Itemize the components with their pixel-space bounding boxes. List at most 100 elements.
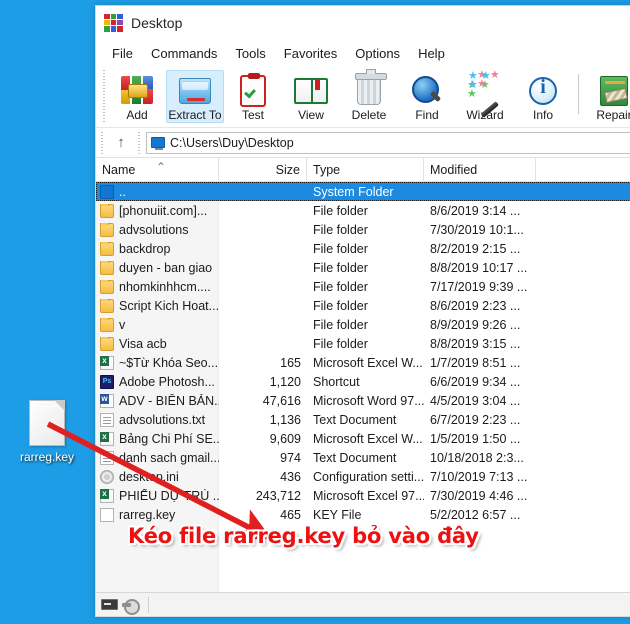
column-header-type[interactable]: Type (307, 158, 424, 181)
file-name-cell: Script Kich Hoat... (96, 298, 219, 313)
file-name-cell: Visa acb (96, 336, 219, 351)
file-modified-cell: 6/6/2019 9:34 ... (430, 374, 521, 389)
file-name-cell: PHIẾU DỰ TRÙ ... (96, 488, 219, 503)
table-row[interactable]: backdrop File folder 8/2/2019 2:15 ... (96, 239, 630, 258)
menu-item-options[interactable]: Options (347, 43, 408, 64)
column-header-filler (536, 158, 630, 181)
toolbar-label-find: Find (415, 108, 439, 122)
file-name-text: PHIẾU DỰ TRÙ ... (119, 488, 219, 503)
menu-item-file[interactable]: File (104, 43, 141, 64)
table-row[interactable]: ADV - BIÊN BẢN... 47,616 Microsoft Word 97… (96, 391, 630, 410)
menu-item-help[interactable]: Help (410, 43, 453, 64)
file-name-text: [phonuiit.com]... (119, 203, 208, 218)
file-modified-cell: 4/5/2019 3:04 ... (430, 393, 521, 408)
table-row[interactable]: Adobe Photosh... 1,120 Shortcut 6/6/2019 9:… (96, 372, 630, 391)
file-name-text: advsolutions (119, 222, 189, 237)
file-type-cell: Shortcut (313, 374, 360, 389)
toolbar-button-wizard[interactable]: Wizard (456, 70, 514, 122)
column-header-modified[interactable]: Modified (424, 158, 536, 181)
table-row[interactable]: desktop.ini 436 Configuration setti... 7/10… (96, 467, 630, 486)
file-type-cell: File folder (313, 241, 368, 256)
file-name-text: Visa acb (119, 336, 167, 351)
toolbar-label-view: View (298, 108, 324, 122)
toolbar-label-extract-to: Extract To (168, 108, 222, 122)
table-row[interactable]: nhomkinhhcm.... File folder 7/17/2019 9:39… (96, 277, 630, 296)
address-field-grip[interactable] (135, 131, 143, 154)
toolbar-button-add[interactable]: Add (108, 70, 166, 122)
file-type-cell: Configuration setti... (313, 469, 424, 484)
toolbar-label-info: Info (532, 108, 553, 122)
file-name-text: rarreg.key (119, 507, 176, 522)
file-modified-cell: 10/18/2018 2:3... (430, 450, 524, 465)
file-size-cell: 1,136 (269, 412, 301, 427)
title-bar: Desktop (96, 6, 630, 40)
txt-icon (100, 450, 114, 465)
file-size-cell: 1,120 (269, 374, 301, 389)
table-row[interactable]: rarreg.key 465 KEY File 5/2/2012 6:57 ... (96, 505, 630, 524)
address-input[interactable]: C:\Users\Duy\Desktop (146, 131, 630, 154)
file-name-text: .. (119, 184, 126, 199)
info-circle-icon (526, 73, 560, 107)
repair-bandage-icon (597, 73, 630, 107)
table-row[interactable]: v File folder 8/9/2019 9:26 ... (96, 315, 630, 334)
folder-icon (100, 279, 114, 294)
toolbar-label-repair: Repair (596, 108, 630, 122)
table-row[interactable]: [phonuiit.com]... File folder 8/6/2019 3:1… (96, 201, 630, 220)
toolbar-button-extract-to[interactable]: Extract To (166, 70, 224, 123)
toolbar-button-test[interactable]: Test (224, 70, 282, 122)
file-name-text: advsolutions.txt (119, 412, 206, 427)
file-name-text: backdrop (119, 241, 171, 256)
file-modified-cell: 1/5/2019 1:50 ... (430, 431, 521, 446)
file-modified-cell: 1/7/2019 8:51 ... (430, 355, 521, 370)
table-row[interactable]: ~$Từ Khóa Seo.... 165 Microsoft Excel W...… (96, 353, 630, 372)
file-modified-cell: 8/6/2019 3:14 ... (430, 203, 521, 218)
doc-icon (100, 393, 114, 408)
file-type-cell: File folder (313, 260, 368, 275)
file-modified-cell: 7/17/2019 9:39 ... (430, 279, 528, 294)
menu-item-favorites[interactable]: Favorites (276, 43, 345, 64)
file-name-cell: v (96, 317, 219, 332)
winrar-books-icon (104, 13, 123, 32)
file-type-cell: System Folder (313, 184, 394, 199)
menu-item-tools[interactable]: Tools (227, 43, 273, 64)
table-row[interactable]: Script Kich Hoat... File folder 8/6/2019 2… (96, 296, 630, 315)
file-modified-cell: 8/9/2019 9:26 ... (430, 317, 521, 332)
column-header-size[interactable]: Size (219, 158, 307, 181)
toolbar-button-view[interactable]: View (282, 70, 340, 122)
file-modified-cell: 8/8/2019 3:15 ... (430, 336, 521, 351)
table-row[interactable]: .. System Folder (96, 182, 630, 201)
table-row[interactable]: advsolutions.txt 1,136 Text Document 6/7/20… (96, 410, 630, 429)
toolbar-button-delete[interactable]: Delete (340, 69, 398, 122)
toolbar-button-find[interactable]: Find (398, 70, 456, 122)
file-modified-cell: 5/2/2012 6:57 ... (430, 507, 521, 522)
table-row[interactable]: Bảng Chi Phí SE... 9,609 Microsoft Excel W… (96, 429, 630, 448)
desktop-icon-rarreg-key[interactable]: rarreg.key (6, 400, 88, 464)
desktop-icon-label: rarreg.key (19, 450, 75, 464)
table-row[interactable]: advsolutions File folder 7/30/2019 10:1... (96, 220, 630, 239)
toolbar-button-info[interactable]: Info (514, 70, 572, 122)
annotation-text: Kéo file rarreg.key bỏ vào đây (128, 524, 479, 548)
desktop-background: rarreg.key Desktop File Commands Tools F… (0, 0, 630, 624)
column-header-name[interactable]: Name (96, 158, 219, 181)
table-row[interactable]: Visa acb File folder 8/8/2019 3:15 ... (96, 334, 630, 353)
table-row[interactable]: duyen - ban giao File folder 8/8/2019 10:1… (96, 258, 630, 277)
toolbar-button-repair[interactable]: Repair (585, 70, 630, 122)
file-type-cell: File folder (313, 336, 368, 351)
ps-icon (100, 374, 114, 389)
file-name-text: danh sach gmail... (119, 450, 219, 465)
file-type-cell: File folder (313, 203, 368, 218)
address-bar-grip[interactable] (98, 131, 106, 154)
file-name-text: nhomkinhhcm.... (119, 279, 211, 294)
toolbar-grip[interactable] (100, 70, 108, 124)
window-title: Desktop (131, 14, 183, 31)
table-row[interactable]: PHIẾU DỰ TRÙ ... 243,712 Microsoft Excel 9… (96, 486, 630, 505)
menu-item-commands[interactable]: Commands (143, 43, 225, 64)
file-type-cell: Microsoft Word 97... (313, 393, 424, 408)
file-type-cell: Text Document (313, 412, 397, 427)
up-arrow-icon[interactable]: ↑ (108, 131, 134, 155)
file-size-cell: 436 (280, 469, 301, 484)
file-name-cell: .. (96, 184, 219, 199)
toolbar-separator (578, 74, 579, 114)
file-name-cell: Adobe Photosh... (96, 374, 219, 389)
table-row[interactable]: danh sach gmail... 974 Text Document 10/18/… (96, 448, 630, 467)
